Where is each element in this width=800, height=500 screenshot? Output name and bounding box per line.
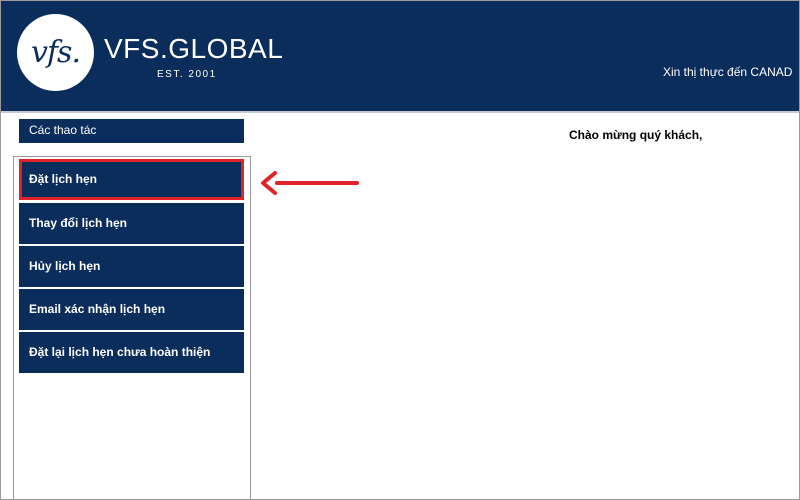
menu-item-change-appointment[interactable]: Thay đổi lịch hẹn [19,203,244,244]
red-arrow-icon [261,171,359,195]
sidebar-title: Các thao tác [19,119,244,143]
header-divider [1,111,799,113]
menu-item-confirmation-email[interactable]: Email xác nhận lịch hẹn [19,289,244,330]
welcome-message: Chào mừng quý khách, [569,128,703,142]
logo-est: EST. 2001 [157,69,217,80]
logo-mark: vfs. [31,35,81,70]
header-visa-title: Xin thị thực đến CANAD [663,65,793,79]
menu-item-cancel-appointment[interactable]: Hủy lịch hẹn [19,246,244,287]
header-banner: vfs. VFS.GLOBAL EST. 2001 Xin thị thực đ… [1,1,799,111]
menu-item-reschedule-incomplete[interactable]: Đặt lại lịch hẹn chưa hoàn thiện [19,332,244,373]
vfs-appointment-page: vfs. VFS.GLOBAL EST. 2001 Xin thị thực đ… [0,0,800,500]
vfs-logo-icon: vfs. [17,14,94,91]
logo-name: VFS.GLOBAL [104,33,284,64]
menu-item-book-appointment[interactable]: Đặt lịch hẹn [19,159,244,200]
